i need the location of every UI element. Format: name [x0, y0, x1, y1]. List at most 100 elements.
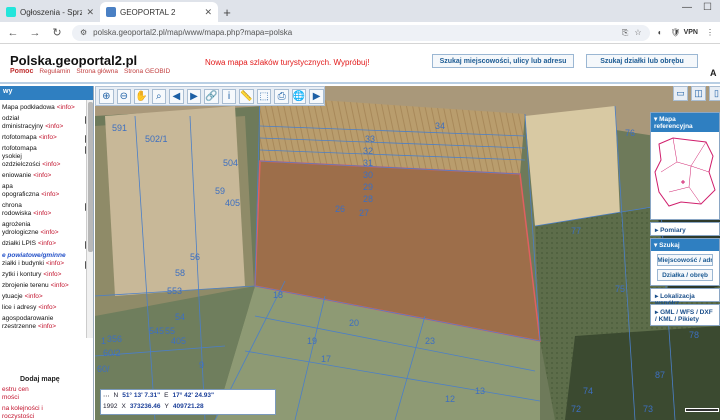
parcel-number-label: 405 [171, 336, 187, 346]
url-input[interactable]: ⚙ polska.geoportal2.pl/map/www/mapa.php?… [72, 24, 650, 41]
layout-split-icon[interactable]: ◫ [691, 86, 706, 101]
layer-item[interactable]: eniowanie <info> [0, 172, 93, 180]
measurements-item[interactable]: ▸ Pomiary [651, 223, 719, 237]
vpn-extension[interactable]: 🛡 VPN [670, 28, 698, 37]
layer-item[interactable]: agrożenia ydrologiczne <info> [0, 221, 93, 237]
parcel-number-label: 27 [359, 208, 370, 218]
parcel-number-label: 26 [335, 204, 346, 214]
forward-arrow-icon[interactable]: ▶ [186, 88, 202, 104]
parcel-search-button[interactable]: Działka / obręb [657, 269, 713, 281]
geobid-link[interactable]: Strona GEOBID [124, 68, 170, 75]
layer-item[interactable]: zytki i kontury <info> [0, 271, 93, 279]
layer-info-link[interactable]: <info> [38, 304, 56, 311]
measure-icon[interactable]: 📏 [239, 88, 254, 104]
bottom-link[interactable]: estru cen mości [2, 386, 43, 402]
location-box[interactable]: ▸ Lokalizacja współrz [650, 288, 720, 307]
layer-label: ytuacje [2, 293, 23, 300]
help-link[interactable]: Pomoc [10, 68, 33, 75]
forward-icon[interactable]: → [28, 27, 42, 39]
layer-info-link[interactable]: <info> [42, 161, 60, 168]
layer-item[interactable]: apa opograficzna <info> [0, 183, 93, 199]
measurements-box[interactable]: ▸ Pomiary [650, 222, 720, 236]
zoom-in-icon[interactable]: ⊕ [99, 88, 114, 104]
zoom-box-icon[interactable]: ⌕ [151, 88, 167, 104]
layer-item[interactable]: Mapa podkładowa <info> [0, 104, 93, 112]
gml-item[interactable]: ▸ GML / WFS / DXF / KML / Pikiety [651, 305, 719, 326]
layer-item[interactable]: lice i adresy <info> [0, 304, 93, 312]
reference-map-title[interactable]: ▾ Mapa referencyjna [651, 113, 719, 132]
gml-box[interactable]: ▸ GML / WFS / DXF / KML / Pikiety [650, 304, 720, 326]
layer-info-link[interactable]: <info> [41, 191, 59, 198]
install-icon[interactable]: ⎘ [622, 28, 628, 38]
pan-hand-icon[interactable]: ✋ [134, 88, 149, 104]
header-edge-letter: A [710, 68, 717, 78]
layer-item[interactable]: rtofotomapa <info> [0, 134, 93, 143]
layer-item[interactable]: rtofotomapa ysokiej ozdzielczości <info> [0, 145, 93, 169]
regulations-link[interactable]: Regulamin [39, 68, 70, 75]
link-icon[interactable]: 🔗 [204, 88, 219, 104]
layer-info-link[interactable]: <info> [45, 123, 63, 130]
browser-tab-active[interactable]: GEOPORTAL 2 ✕ [100, 2, 218, 22]
layer-info-link[interactable]: <info> [57, 104, 75, 111]
bookmark-star-icon[interactable]: ☆ [634, 28, 641, 37]
epsg-label: 1992 [103, 403, 118, 410]
tab-title: GEOPORTAL 2 [120, 7, 176, 17]
layout-full-icon[interactable]: ▭ [673, 86, 688, 101]
extension-icon[interactable]: ◐ [658, 28, 663, 37]
coordinate-menu-icon[interactable]: ⋯ [103, 392, 110, 400]
info-icon[interactable]: ⅰ [221, 88, 237, 104]
globe-icon[interactable]: 🌐 [291, 88, 307, 104]
new-tab-button[interactable]: + [218, 2, 236, 22]
layer-info-link[interactable]: <info> [41, 229, 59, 236]
layer-item[interactable]: ziałki i budynki <info> [0, 260, 93, 269]
site-logo[interactable]: Polska.geoportal2.pl [10, 53, 137, 68]
poland-minimap[interactable] [651, 132, 719, 212]
site-info-icon[interactable]: ⚙ [80, 28, 87, 37]
print-icon[interactable]: ⎙ [274, 88, 289, 104]
parcel-number-label: 54 [175, 312, 186, 322]
menu-icon[interactable]: ⋮ [706, 28, 714, 37]
layer-item[interactable]: działki LPIS <info> [0, 240, 93, 249]
layout-side-icon[interactable]: ▯ [709, 86, 720, 101]
layer-item[interactable]: chrona rodowiska <info> [0, 202, 93, 218]
parcel-number-label: 56 [190, 252, 201, 262]
maximize-button[interactable]: ☐ [703, 2, 712, 13]
place-search-button[interactable]: Miejscowość / adr [657, 254, 713, 266]
layer-info-link[interactable]: <info> [33, 172, 51, 179]
layers-panel: wy Mapa podkładowa <info> odział dministrac… [0, 86, 94, 420]
lat-value: 51° 13' 7.31" [122, 392, 161, 399]
layer-item[interactable]: agospodarowanie rzestrzenne <info> [0, 315, 93, 331]
zoom-out-icon[interactable]: ⊖ [116, 88, 132, 104]
layer-item[interactable]: ytuacje <info> [0, 293, 93, 301]
promo-link[interactable]: Nowa mapa szlaków turystycznych. Wypróbu… [205, 58, 369, 67]
map-viewport[interactable]: 34 591 502/1 504 59 405 33 32 31 30 29 28 26 27 56 58 55… [95, 86, 720, 420]
address-bar: ← → ↻ ⚙ polska.geoportal2.pl/map/www/map… [0, 22, 720, 44]
layer-info-link[interactable]: <info> [25, 293, 43, 300]
layers-scrollbar[interactable] [86, 100, 93, 338]
layer-item[interactable]: zbrojenie terenu <info> [0, 282, 93, 290]
browser-tab[interactable]: Ogłoszenia - Sprzedam, kupię i ✕ [0, 2, 100, 22]
close-tab-icon[interactable]: ✕ [86, 7, 94, 18]
close-tab-icon[interactable]: ✕ [204, 7, 212, 18]
search-place-button[interactable]: Szukaj miejscowości, ulicy lub adresu [432, 54, 574, 68]
add-map-heading[interactable]: Dodaj mapę [20, 376, 60, 383]
layer-info-link[interactable]: <info> [39, 134, 57, 141]
search-parcel-button[interactable]: Szukaj działki lub obrębu [586, 54, 698, 68]
minimize-button[interactable]: — [682, 2, 692, 13]
layer-info-link[interactable]: <info> [38, 240, 56, 247]
layer-info-link[interactable]: <info> [51, 282, 69, 289]
reload-icon[interactable]: ↻ [50, 26, 64, 39]
search-title[interactable]: ▾ Szukaj [651, 239, 719, 251]
area-measure-icon[interactable]: ⬚ [256, 88, 272, 104]
layer-item[interactable]: odział dministracyjny <info> [0, 115, 93, 131]
home-link[interactable]: Strona główna [76, 68, 118, 75]
video-icon[interactable]: ▶ [309, 88, 324, 104]
back-icon[interactable]: ← [6, 27, 20, 39]
bottom-link[interactable]: na kolejności i roczystości [2, 405, 43, 420]
layer-info-link[interactable]: <info> [46, 260, 64, 267]
scrollbar-thumb[interactable] [88, 102, 93, 252]
back-arrow-icon[interactable]: ◀ [169, 88, 184, 104]
layer-info-link[interactable]: <info> [43, 271, 61, 278]
layer-info-link[interactable]: <info> [33, 210, 51, 217]
layer-info-link[interactable]: <info> [38, 323, 56, 330]
